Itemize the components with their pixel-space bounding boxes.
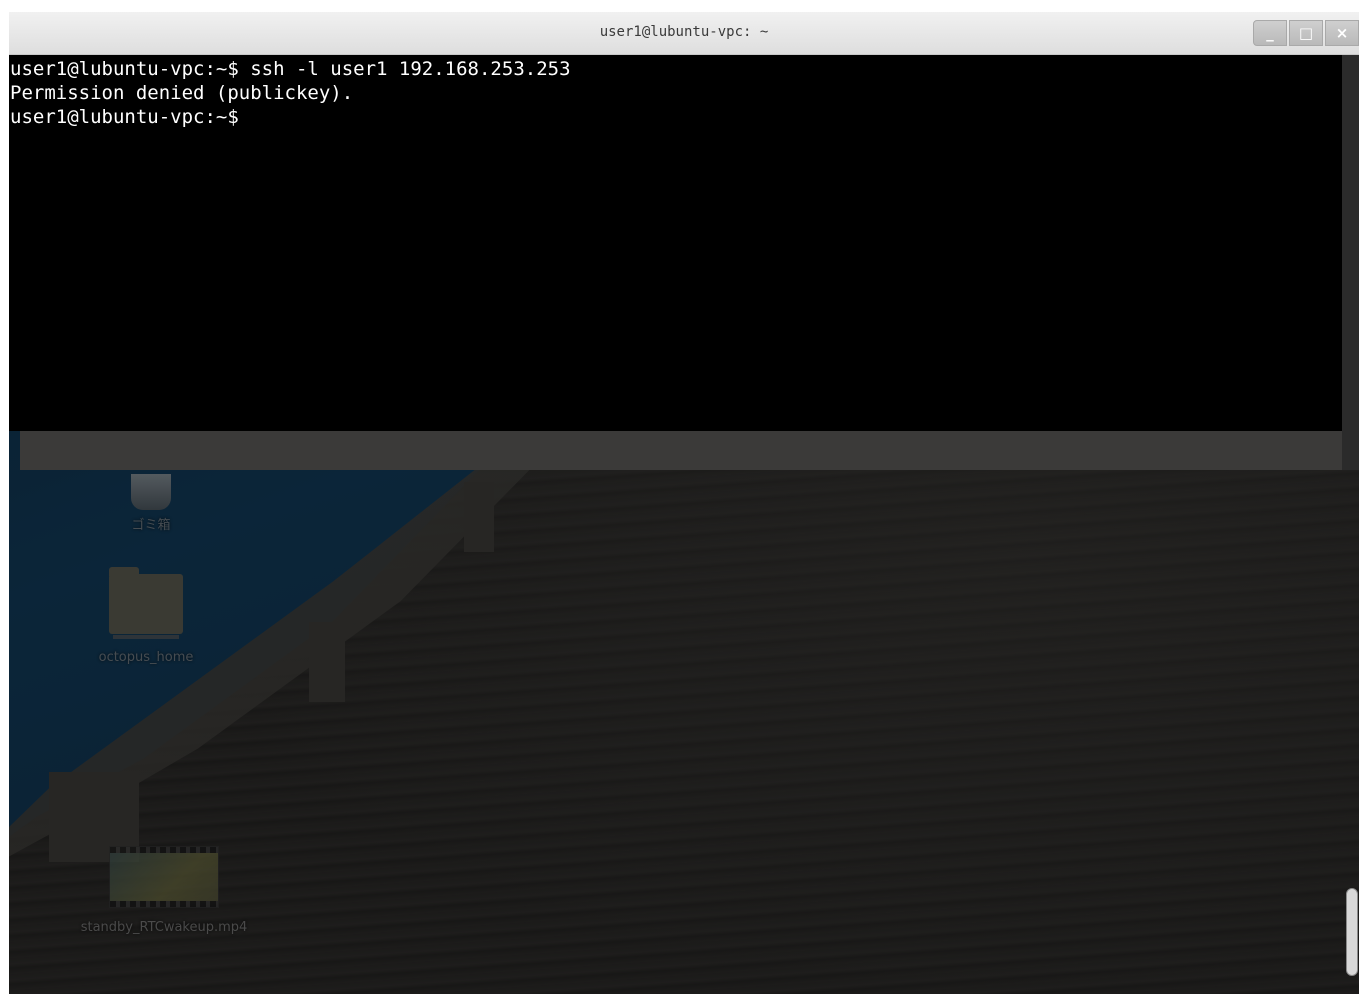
desktop-icon-label: ゴミ箱 [131, 518, 171, 533]
video-file-icon [109, 846, 219, 908]
terminal-window[interactable]: user1@lubuntu-vpc: ~ _ □ × user1@lubuntu… [9, 12, 1359, 470]
terminal-bottom-bar [20, 431, 1342, 470]
desktop-icon-label: standby_RTCwakeup.mp4 [80, 920, 248, 935]
terminal-prompt-line: user1@lubuntu-vpc:~$ [10, 106, 239, 128]
terminal-line: Permission denied (publickey). [10, 82, 354, 104]
window-controls: _ □ × [1253, 20, 1359, 46]
terminal-line: user1@lubuntu-vpc:~$ ssh -l user1 192.16… [10, 58, 571, 80]
maximize-button[interactable]: □ [1289, 20, 1323, 46]
close-button[interactable]: × [1325, 20, 1359, 46]
trash-icon [131, 474, 171, 510]
screen: ゴミ箱 octopus_home standby_RTCwakeup.mp4 u… [0, 0, 1359, 994]
minimize-button[interactable]: _ [1253, 20, 1287, 46]
desktop-icon-octopus-home[interactable]: octopus_home [71, 567, 221, 665]
terminal-output[interactable]: user1@lubuntu-vpc:~$ ssh -l user1 192.16… [9, 55, 1342, 431]
desktop-icon-video[interactable]: standby_RTCwakeup.mp4 [49, 846, 279, 935]
window-titlebar[interactable]: user1@lubuntu-vpc: ~ _ □ × [9, 12, 1359, 55]
desktop-icon-trash[interactable]: ゴミ箱 [91, 474, 211, 533]
desktop-scrollbar[interactable] [1346, 888, 1358, 976]
window-title: user1@lubuntu-vpc: ~ [599, 24, 769, 40]
folder-icon [109, 567, 183, 639]
desktop-icon-label: octopus_home [98, 650, 194, 665]
terminal-scrollbar-track[interactable] [1342, 55, 1359, 470]
